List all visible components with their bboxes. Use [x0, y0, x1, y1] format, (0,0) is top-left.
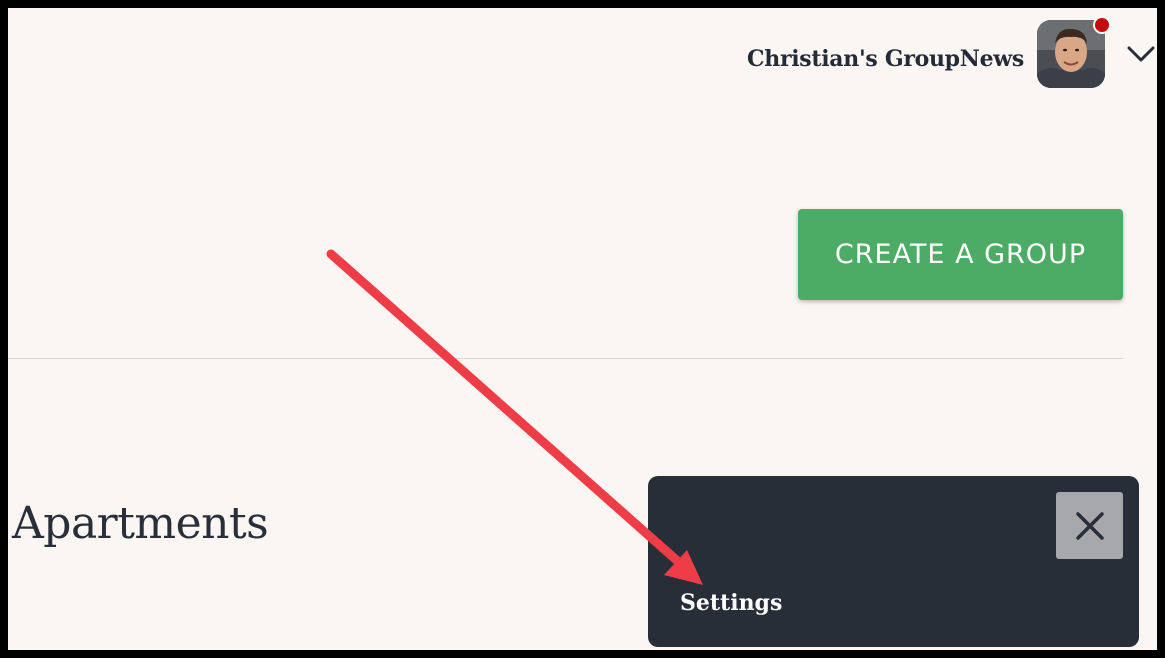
settings-toast: Settings [648, 476, 1139, 647]
close-button[interactable] [1056, 492, 1123, 559]
site-title[interactable]: Christian's GroupNews [8, 46, 1024, 72]
create-group-button[interactable]: CREATE A GROUP [798, 209, 1123, 300]
close-icon [1075, 511, 1104, 540]
settings-link[interactable]: Settings [680, 590, 782, 616]
section-heading: Apartments [12, 498, 269, 549]
chevron-down-icon[interactable] [1126, 44, 1156, 64]
page: Christian's GroupNews CREATE A GROUP Apa… [0, 0, 1165, 658]
section-divider [8, 358, 1123, 359]
notification-dot [1093, 16, 1111, 34]
